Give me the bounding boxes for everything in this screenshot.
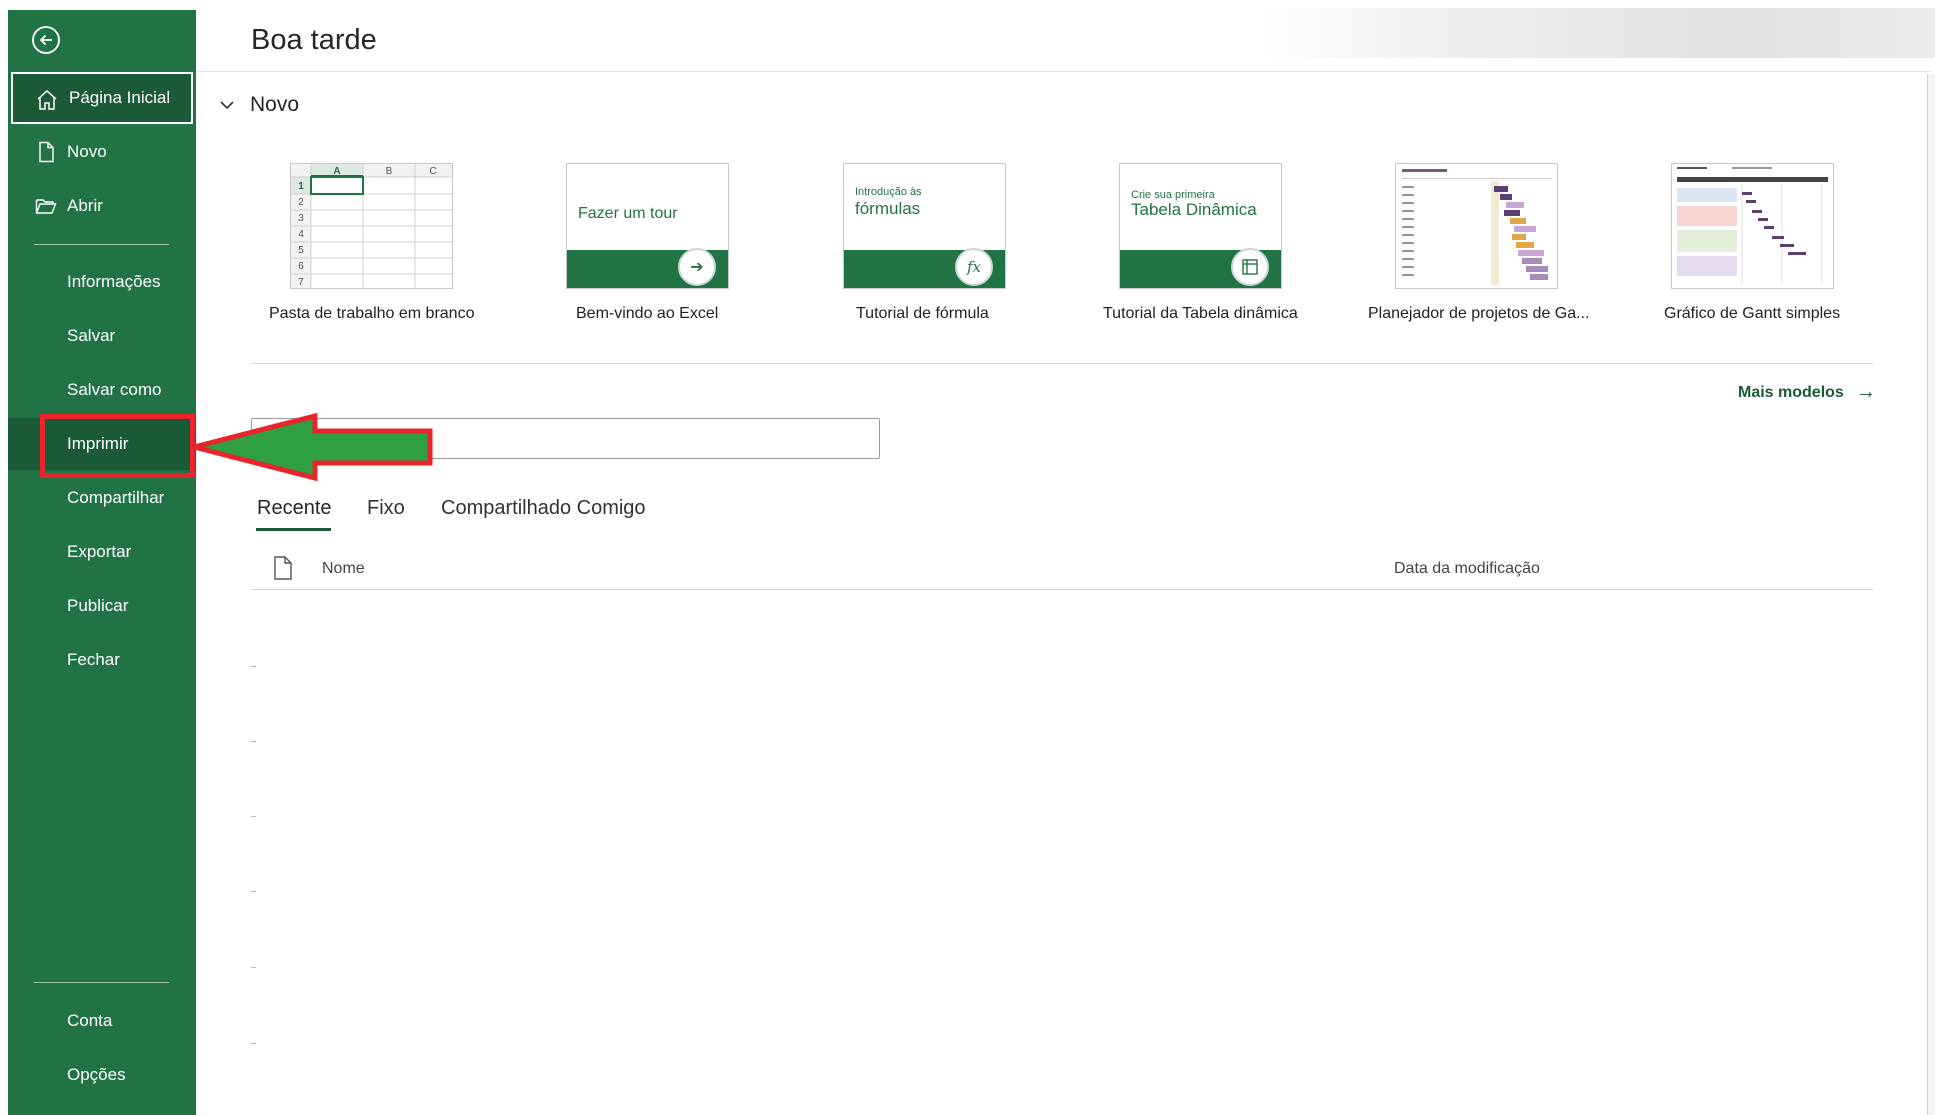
chevron-down-icon (220, 101, 234, 110)
highlight-box (40, 414, 195, 478)
page-title: Boa tarde (251, 24, 377, 56)
template-gantt-planner[interactable]: Planejador de projetos de Ga... (1368, 163, 1589, 322)
file-type-icon (274, 556, 292, 580)
nav-label: Exportar (67, 542, 132, 561)
function-fx-icon: fx (955, 248, 993, 286)
nav-label: Conta (67, 1011, 113, 1030)
placeholder-row (251, 967, 256, 968)
nav-label: Opções (67, 1065, 126, 1084)
template-caption: Pasta de trabalho em branco (269, 305, 475, 322)
nav-label: Fechar (67, 650, 120, 669)
template-caption: Tutorial de fórmula (856, 305, 989, 322)
row-header: 4 (298, 229, 304, 240)
tab-recente[interactable]: Recente (257, 497, 332, 520)
section-label: Novo (250, 93, 300, 116)
row-header: 1 (298, 181, 304, 192)
column-header-date[interactable]: Data da modificação (1394, 560, 1540, 578)
row-header: 5 (298, 245, 304, 256)
section-divider (251, 363, 1873, 364)
thumb-text-big: fórmulas (855, 199, 921, 218)
nav-opcoes[interactable]: Opções (8, 1049, 196, 1101)
template-caption: Tutorial da Tabela dinâmica (1103, 305, 1298, 322)
blank-sheet-preview: A B C 1 2 3 4 5 6 7 (291, 164, 452, 288)
template-pivottable-tutorial[interactable]: Crie sua primeira Tabela Dinâmica Tutori… (1103, 163, 1298, 322)
tab-fixo[interactable]: Fixo (367, 497, 405, 520)
header-divider (196, 71, 1931, 72)
nav-label: Salvar (67, 326, 116, 345)
gantt-planner-preview (1402, 169, 1552, 285)
nav-conta[interactable]: Conta (8, 995, 196, 1047)
template-thumbnail (1671, 163, 1834, 289)
column-header-name[interactable]: Nome (322, 560, 365, 578)
nav-label: Novo (67, 142, 107, 161)
template-simple-gantt[interactable]: Gráfico de Gantt simples (1664, 163, 1840, 322)
new-document-icon (34, 140, 58, 164)
tab-compartilhado-comigo[interactable]: Compartilhado Comigo (441, 497, 646, 520)
column-header: C (429, 166, 436, 177)
novo-section-toggle[interactable]: Novo (218, 93, 299, 117)
nav-informacoes[interactable]: Informações (8, 256, 196, 308)
nav-salvar-como[interactable]: Salvar como (8, 364, 196, 416)
nav-label: Página Inicial (69, 88, 171, 107)
sidebar-divider (34, 244, 169, 245)
nav-label: Compartilhar (67, 488, 165, 507)
placeholder-row (251, 891, 256, 892)
placeholder-row (251, 816, 256, 817)
nav-fechar[interactable]: Fechar (8, 634, 196, 686)
row-header: 6 (298, 261, 304, 272)
simple-gantt-preview (1677, 167, 1828, 284)
open-folder-icon (34, 194, 58, 218)
template-thumbnail: Crie sua primeira Tabela Dinâmica (1119, 163, 1282, 289)
more-templates-link[interactable]: Mais modelos → (1738, 381, 1876, 404)
thumb-text: Fazer um tour (578, 205, 678, 222)
column-header: B (386, 166, 393, 177)
nav-exportar[interactable]: Exportar (8, 526, 196, 578)
row-header: 3 (298, 213, 304, 224)
nav-label: Abrir (67, 196, 103, 215)
placeholder-row (251, 741, 256, 742)
template-thumbnail: Introdução às fórmulas fx (843, 163, 1006, 289)
home-icon (35, 88, 59, 112)
placeholder-row (251, 666, 256, 667)
nav-label: Salvar como (67, 380, 162, 399)
window-edge (0, 0, 8, 1115)
template-thumbnail (1395, 163, 1558, 289)
arrow-right-icon: → (1855, 381, 1876, 403)
nav-compartilhar[interactable]: Compartilhar (8, 472, 196, 524)
nav-pagina-inicial[interactable]: Página Inicial (11, 72, 193, 124)
template-thumbnail: Fazer um tour ➔ (566, 163, 729, 289)
template-caption: Planejador de projetos de Ga... (1368, 305, 1590, 322)
template-formula-tutorial[interactable]: Introdução às fórmulas fx Tutorial de fó… (843, 163, 1006, 322)
placeholder-row (251, 1043, 256, 1044)
nav-novo[interactable]: Novo (8, 126, 196, 178)
pivot-table-icon (1231, 248, 1269, 286)
back-arrow-icon[interactable] (30, 24, 62, 56)
header-banner-art (1260, 8, 1935, 58)
row-header: 2 (298, 197, 304, 208)
arrow-right-icon: ➔ (678, 248, 716, 286)
row-header: 7 (298, 277, 304, 288)
vertical-scrollbar[interactable] (1927, 74, 1935, 1115)
backstage-sidebar: Página Inicial Novo Abrir Informações Sa… (8, 10, 196, 1115)
template-thumbnail: A B C 1 2 3 4 5 6 7 (290, 163, 453, 289)
template-welcome-excel[interactable]: Fazer um tour ➔ Bem-vindo ao Excel (566, 163, 729, 322)
table-header-divider (251, 589, 1873, 590)
nav-publicar[interactable]: Publicar (8, 580, 196, 632)
nav-label: Publicar (67, 596, 129, 615)
thumb-text-big: Tabela Dinâmica (1131, 200, 1257, 219)
template-blank-workbook[interactable]: A B C 1 2 3 4 5 6 7 Pasta de trabalho em… (269, 163, 474, 322)
template-caption: Gráfico de Gantt simples (1664, 305, 1841, 322)
nav-label: Informações (67, 272, 161, 291)
annotation-arrow-icon (193, 413, 433, 481)
template-caption: Bem-vindo ao Excel (576, 305, 719, 322)
thumb-text-small: Introdução às (855, 186, 922, 198)
nav-salvar[interactable]: Salvar (8, 310, 196, 362)
sidebar-divider (34, 982, 169, 983)
more-templates-label: Mais modelos (1738, 383, 1844, 401)
nav-abrir[interactable]: Abrir (8, 180, 196, 232)
active-tab-indicator (256, 528, 331, 531)
column-header: A (333, 166, 340, 177)
